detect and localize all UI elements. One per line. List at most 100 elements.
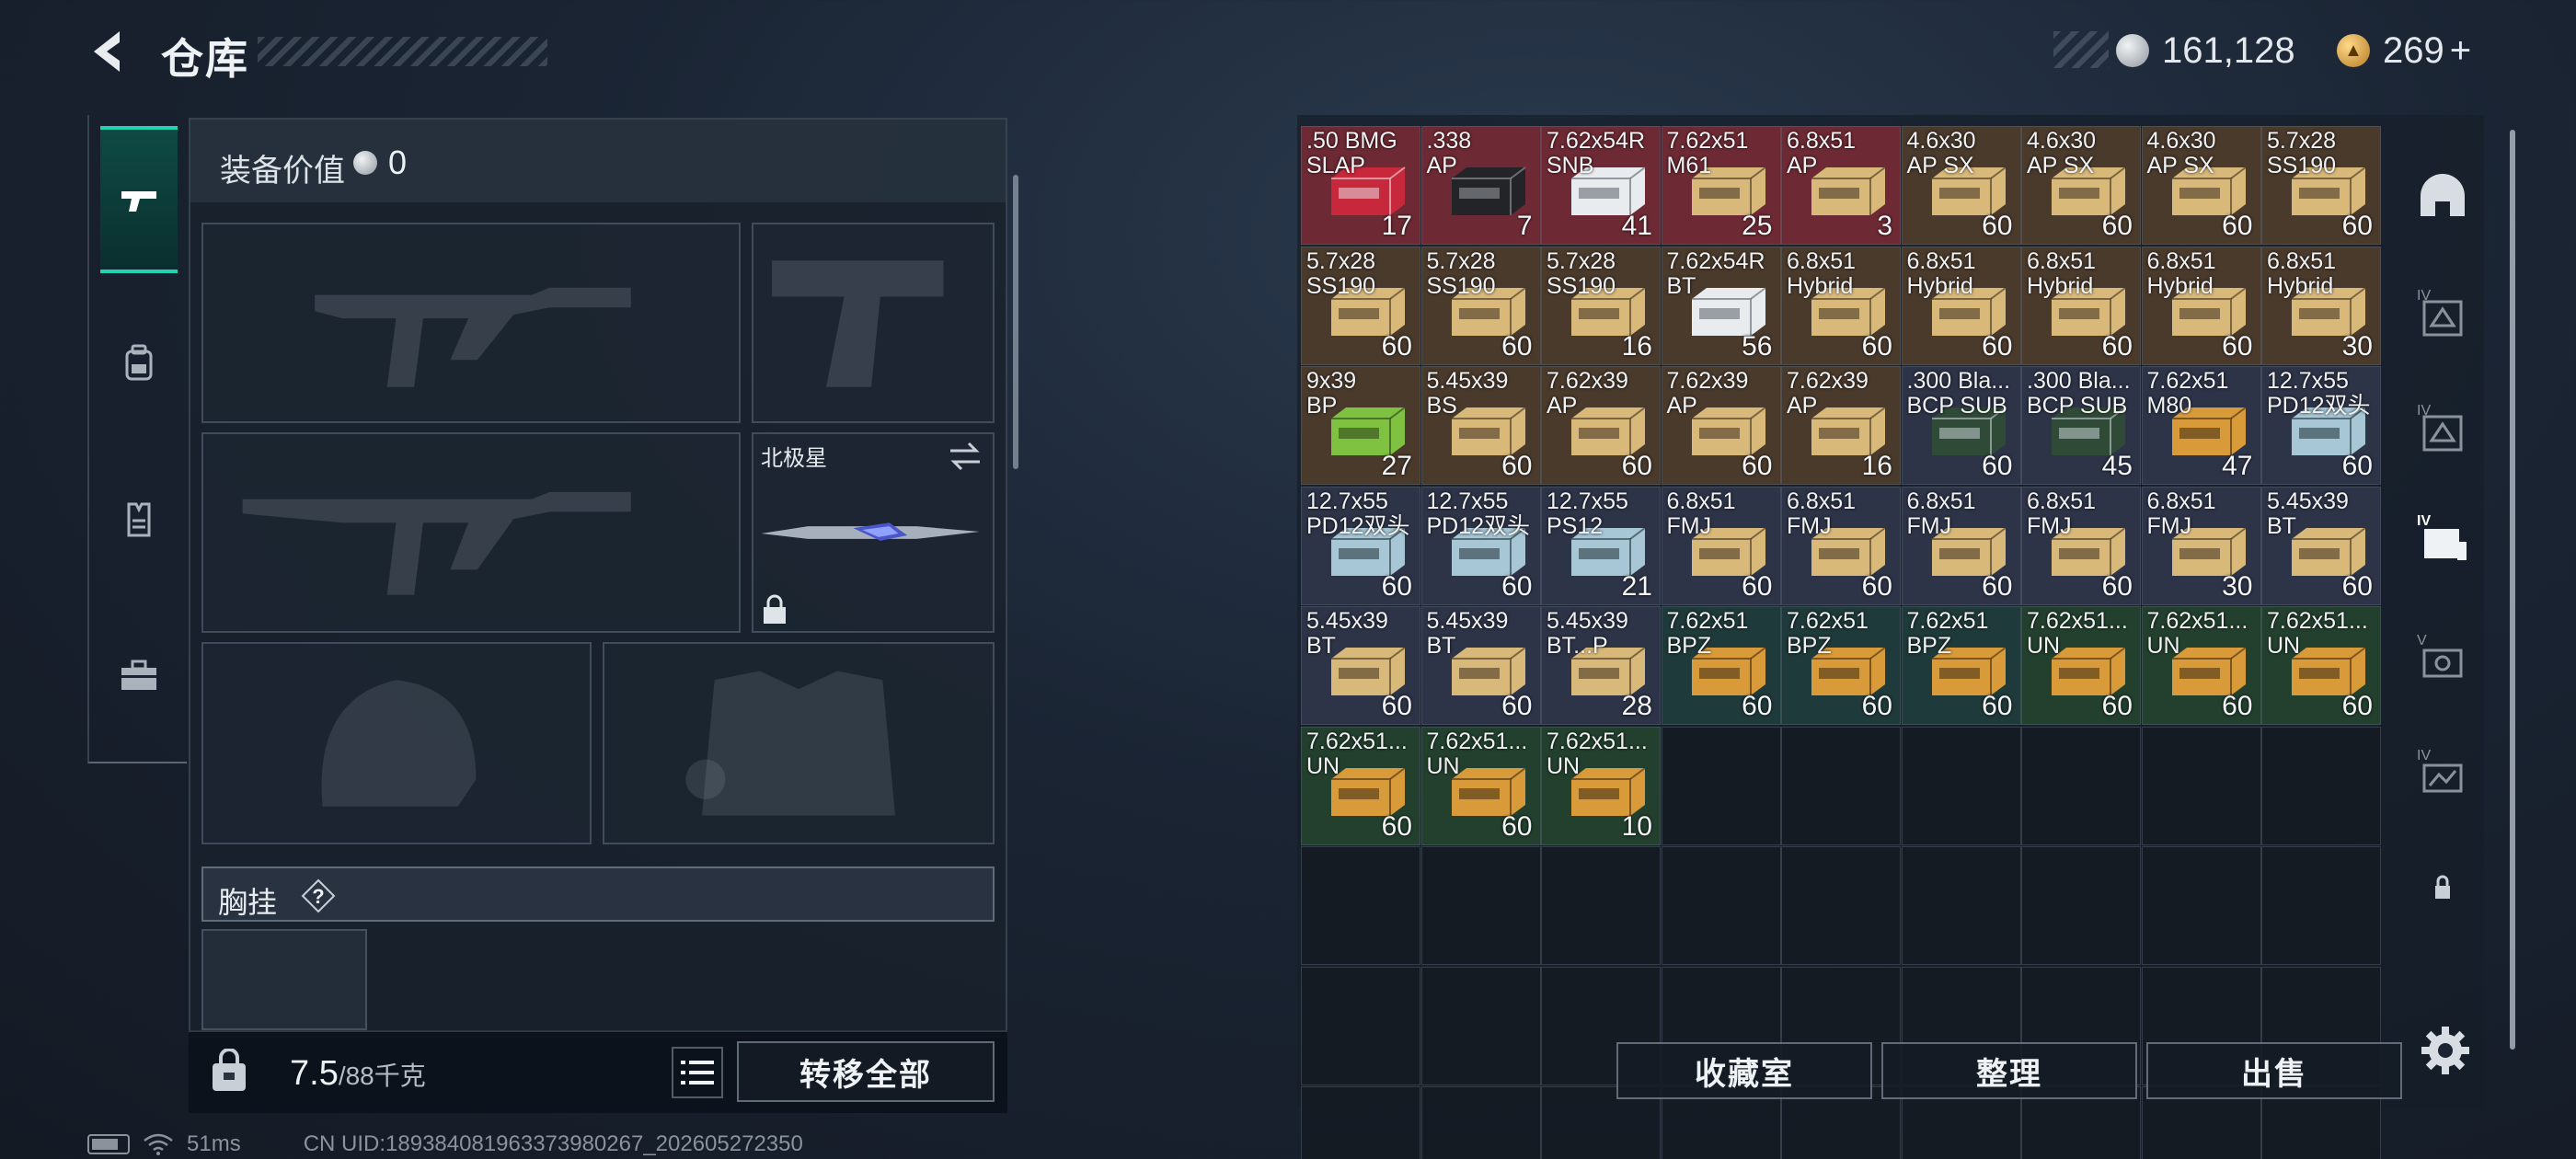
armor-slot[interactable] [603, 642, 995, 844]
sell-button[interactable]: 出售 [2146, 1042, 2402, 1099]
storage-item[interactable]: 7.62x51... UN 10 [1541, 726, 1661, 845]
empty-storage-slot[interactable] [1301, 966, 1420, 1085]
gold-currency[interactable]: ▲ 269 + [2337, 28, 2471, 74]
filter-storage-iv[interactable]: IV [2410, 506, 2475, 570]
storage-item[interactable]: 7.62x51 BPZ 60 [1661, 606, 1781, 725]
storage-item[interactable]: 7.62x54R SNB 41 [1541, 126, 1661, 245]
empty-storage-slot[interactable] [2141, 846, 2261, 965]
ammo-quantity: 60 [2101, 211, 2133, 241]
chest-rig-header: 胸挂 ? [201, 866, 995, 922]
collection-room-button[interactable]: 收藏室 [1616, 1042, 1872, 1099]
tab-weapons[interactable] [100, 126, 178, 273]
storage-item[interactable]: 5.7x28 SS190 60 [1301, 246, 1420, 365]
storage-item[interactable]: 7.62x51 M80 47 [2141, 366, 2261, 485]
storage-item[interactable]: 12.7x55 PD12双头 60 [2261, 366, 2381, 485]
filter-container-iv-c[interactable]: IV [2410, 740, 2475, 805]
storage-item[interactable]: 6.8x51 FMJ 60 [2021, 486, 2141, 605]
empty-storage-slot[interactable] [1661, 846, 1781, 965]
empty-storage-slot[interactable] [2021, 726, 2141, 845]
storage-item[interactable]: 5.7x28 SS190 16 [1541, 246, 1661, 365]
storage-item[interactable]: 5.45x39 BT 60 [1420, 606, 1541, 725]
storage-item[interactable]: 7.62x51 M61 25 [1661, 126, 1781, 245]
sort-button[interactable]: 整理 [1881, 1042, 2137, 1099]
storage-item[interactable]: 7.62x39 AP 16 [1781, 366, 1901, 485]
storage-item[interactable]: 6.8x51 FMJ 60 [1781, 486, 1901, 605]
storage-item[interactable]: 7.62x39 AP 60 [1661, 366, 1781, 485]
storage-item[interactable]: 6.8x51 FMJ 60 [1661, 486, 1781, 605]
storage-item[interactable]: 4.6x30 AP SX 60 [1901, 126, 2021, 245]
empty-storage-slot[interactable] [1420, 1086, 1541, 1159]
storage-item[interactable]: 6.8x51 Hybrid 60 [1901, 246, 2021, 365]
storage-item[interactable]: 6.8x51 Hybrid 60 [2021, 246, 2141, 365]
storage-item[interactable]: 7.62x51... UN 60 [2021, 606, 2141, 725]
storage-scrollbar[interactable] [2510, 130, 2515, 1050]
storage-item[interactable]: 5.45x39 BT 60 [1301, 606, 1420, 725]
storage-item[interactable]: 4.6x30 AP SX 60 [2021, 126, 2141, 245]
empty-storage-slot[interactable] [2141, 726, 2261, 845]
sidearm-slot[interactable] [752, 223, 995, 423]
back-button[interactable] [83, 24, 138, 79]
storage-item[interactable]: .338 AP 7 [1420, 126, 1541, 245]
empty-storage-slot[interactable] [1541, 846, 1661, 965]
storage-item[interactable]: 5.7x28 SS190 60 [1420, 246, 1541, 365]
empty-storage-slot[interactable] [1301, 1086, 1420, 1159]
list-view-button[interactable] [672, 1047, 723, 1098]
storage-item[interactable]: 6.8x51 AP 3 [1781, 126, 1901, 245]
filter-locked[interactable] [2410, 855, 2475, 920]
primary-weapon-slot[interactable] [201, 223, 741, 423]
storage-item[interactable]: 12.7x55 PS12 21 [1541, 486, 1661, 605]
storage-item[interactable]: 7.62x51... UN 60 [2261, 606, 2381, 725]
chest-rig-slot[interactable] [201, 929, 367, 1030]
empty-storage-slot[interactable] [2261, 726, 2381, 845]
tab-toolbox[interactable] [100, 602, 178, 750]
storage-item[interactable]: 7.62x51... UN 60 [1420, 726, 1541, 845]
empty-storage-slot[interactable] [1781, 726, 1901, 845]
melee-slot[interactable]: 北极星 [752, 432, 995, 633]
storage-item[interactable]: 5.45x39 BS 60 [1420, 366, 1541, 485]
storage-item[interactable]: 4.6x30 AP SX 60 [2141, 126, 2261, 245]
storage-item[interactable]: 7.62x51 BPZ 60 [1901, 606, 2021, 725]
storage-item[interactable]: 6.8x51 FMJ 60 [1901, 486, 2021, 605]
filter-helmet[interactable] [2410, 166, 2475, 230]
storage-item[interactable]: 7.62x39 AP 60 [1541, 366, 1661, 485]
storage-item[interactable]: 7.62x51 BPZ 60 [1781, 606, 1901, 725]
add-gold-icon[interactable]: + [2450, 30, 2471, 72]
filter-container-iv-b[interactable]: IV [2410, 396, 2475, 460]
settings-gear-icon[interactable] [2418, 1023, 2473, 1078]
storage-item[interactable]: 6.8x51 Hybrid 60 [2141, 246, 2261, 365]
help-icon[interactable]: ? [301, 878, 336, 913]
storage-item[interactable]: .300 Bla... BCP SUB 45 [2021, 366, 2141, 485]
empty-storage-slot[interactable] [1661, 726, 1781, 845]
empty-storage-slot[interactable] [1901, 846, 2021, 965]
storage-item[interactable]: 6.8x51 Hybrid 60 [1781, 246, 1901, 365]
secondary-weapon-slot[interactable] [201, 432, 741, 633]
tab-backpack[interactable] [100, 290, 178, 437]
storage-item[interactable]: .50 BMG SLAP 17 [1301, 126, 1420, 245]
storage-item[interactable]: 5.7x28 SS190 60 [2261, 126, 2381, 245]
empty-storage-slot[interactable] [2261, 846, 2381, 965]
filter-container-iv-a[interactable]: IV [2410, 281, 2475, 345]
storage-item[interactable]: 7.62x51... UN 60 [1301, 726, 1420, 845]
storage-item[interactable]: 5.45x39 BT...P 28 [1541, 606, 1661, 725]
storage-item[interactable]: 9x39 BP 27 [1301, 366, 1420, 485]
filter-container-v[interactable]: V [2410, 625, 2475, 690]
empty-storage-slot[interactable] [1420, 966, 1541, 1085]
storage-item[interactable]: 12.7x55 PD12双头 60 [1301, 486, 1420, 605]
empty-storage-slot[interactable] [2021, 846, 2141, 965]
empty-storage-slot[interactable] [1781, 846, 1901, 965]
empty-storage-slot[interactable] [1301, 846, 1420, 965]
transfer-all-button[interactable]: 转移全部 [737, 1041, 995, 1102]
ammo-name: .300 Bla... BCP SUB [1906, 368, 2011, 419]
storage-item[interactable]: 12.7x55 PD12双头 60 [1420, 486, 1541, 605]
storage-item[interactable]: 6.8x51 Hybrid 30 [2261, 246, 2381, 365]
storage-item[interactable]: .300 Bla... BCP SUB 60 [1901, 366, 2021, 485]
empty-storage-slot[interactable] [1901, 726, 2021, 845]
storage-item[interactable]: 7.62x54R BT 56 [1661, 246, 1781, 365]
tab-vest[interactable] [100, 446, 178, 593]
storage-item[interactable]: 6.8x51 FMJ 30 [2141, 486, 2261, 605]
storage-item[interactable]: 7.62x51... UN 60 [2141, 606, 2261, 725]
empty-storage-slot[interactable] [1420, 846, 1541, 965]
storage-item[interactable]: 5.45x39 BT 60 [2261, 486, 2381, 605]
equipment-scrollbar[interactable] [1013, 175, 1018, 469]
helmet-slot[interactable] [201, 642, 592, 844]
